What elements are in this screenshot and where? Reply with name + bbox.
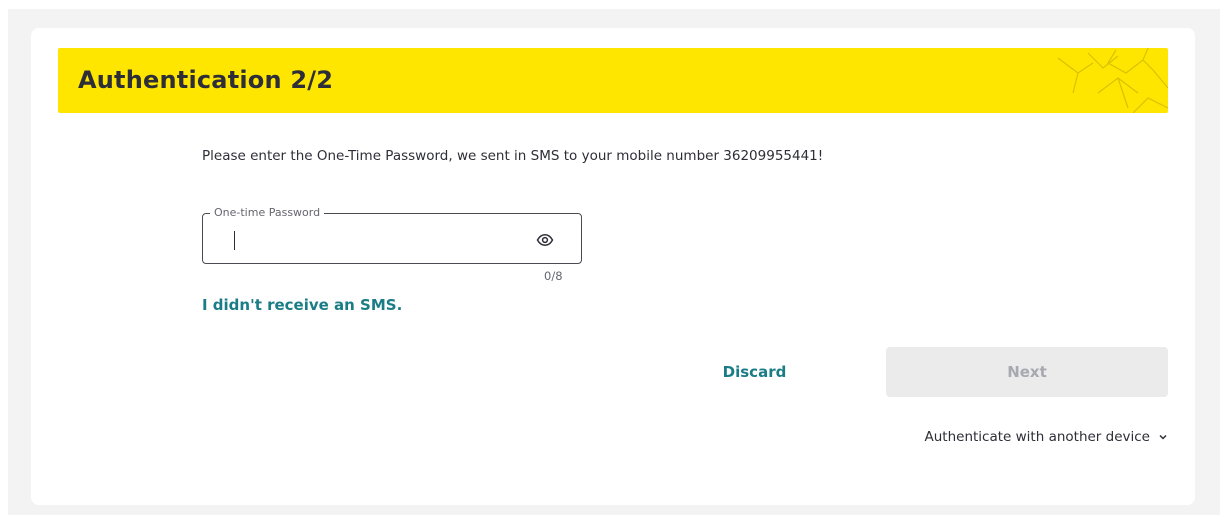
- otp-field-label: One-time Password: [210, 206, 325, 220]
- next-button[interactable]: Next: [886, 347, 1168, 397]
- authentication-card: Authentication 2/2 Please enter the One-…: [31, 28, 1195, 505]
- otp-field[interactable]: One-time Password: [202, 206, 582, 264]
- eye-icon[interactable]: [536, 231, 554, 249]
- authenticate-another-device-toggle[interactable]: Authenticate with another device: [925, 429, 1169, 445]
- header-banner: Authentication 2/2: [58, 48, 1168, 113]
- discard-button[interactable]: Discard: [693, 347, 816, 397]
- instruction-text: Please enter the One-Time Password, we s…: [202, 148, 824, 164]
- authenticate-another-device-label: Authenticate with another device: [924, 429, 1151, 445]
- no-sms-link[interactable]: I didn't receive an SMS.: [202, 296, 402, 314]
- text-caret: [234, 231, 235, 250]
- otp-character-counter: 0/8: [544, 269, 563, 283]
- header-decoration-icon: [1057, 48, 1168, 113]
- chevron-down-icon: [1159, 434, 1167, 440]
- otp-input[interactable]: [223, 226, 513, 252]
- page-title: Authentication 2/2: [78, 66, 334, 94]
